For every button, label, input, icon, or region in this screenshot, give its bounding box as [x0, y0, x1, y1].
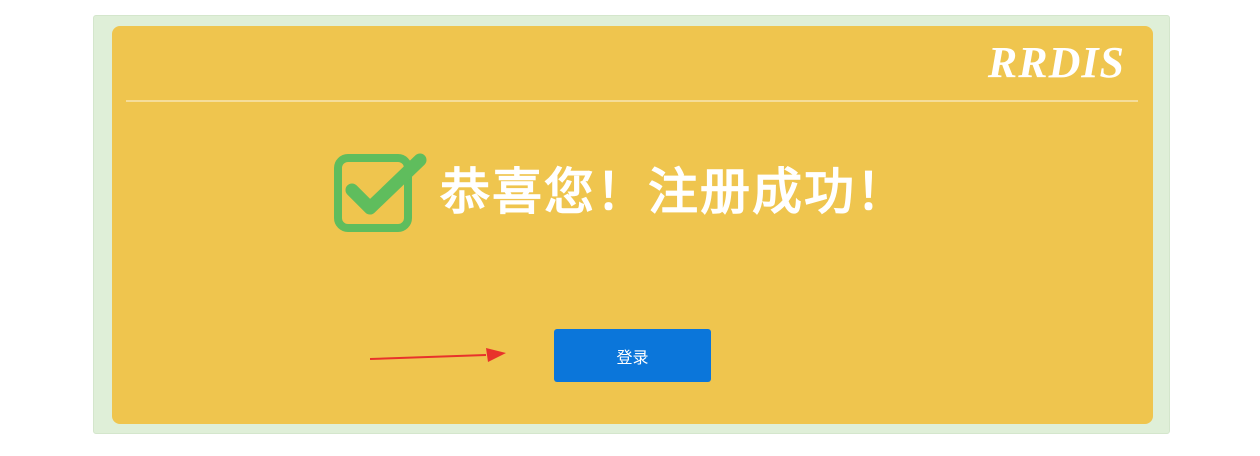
- brand-logo: RRDIS: [987, 38, 1125, 87]
- header-divider: [126, 100, 1138, 102]
- success-message: 恭喜您！注册成功！: [332, 150, 908, 234]
- login-button[interactable]: 登录: [554, 329, 711, 382]
- success-card: RRDIS 恭喜您！注册成功！ 登录: [112, 26, 1153, 424]
- success-title: 恭喜您！注册成功！: [440, 163, 908, 221]
- check-square-icon: [334, 153, 427, 232]
- arrow-right-icon: [370, 348, 506, 362]
